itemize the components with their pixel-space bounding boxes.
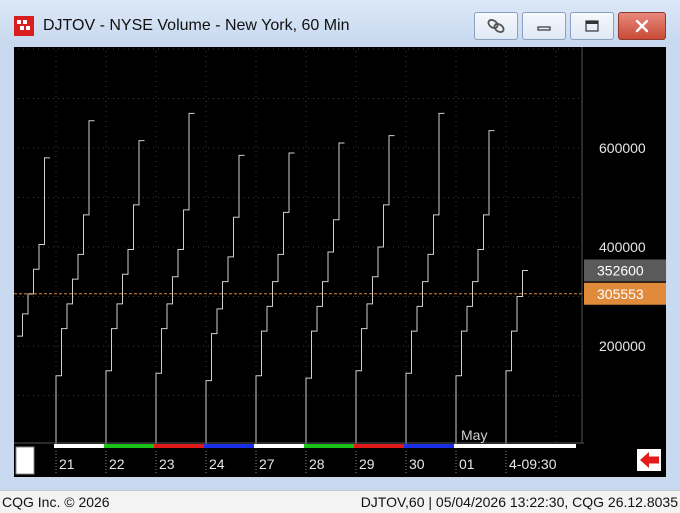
volume-chart[interactable]: 600000400000200000352600305553 21 22 23 24 2… bbox=[14, 47, 666, 477]
x-tick-label: 24 bbox=[209, 456, 225, 472]
x-tick-label: 29 bbox=[359, 456, 375, 472]
x-tick-label: 27 bbox=[259, 456, 275, 472]
link-button[interactable] bbox=[474, 12, 518, 40]
session-volume-line bbox=[105, 140, 145, 445]
x-tick-label: 01 bbox=[459, 456, 475, 472]
title-bar[interactable]: DJTOV - NYSE Volume - New York, 60 Min bbox=[0, 0, 680, 46]
window-title: DJTOV - NYSE Volume - New York, 60 Min bbox=[43, 17, 350, 34]
x-tick-label: 23 bbox=[159, 456, 175, 472]
session-color-segment bbox=[354, 444, 404, 448]
maximize-icon bbox=[585, 20, 599, 32]
y-tick-label: 200000 bbox=[599, 338, 646, 354]
minimize-button[interactable] bbox=[522, 12, 566, 40]
x-tick-label: 30 bbox=[409, 456, 425, 472]
y-tick-label: 400000 bbox=[599, 239, 646, 255]
status-bar: CQG Inc. © 2026 DJTOV,60 | 05/04/2026 13… bbox=[0, 490, 680, 513]
session-color-segment bbox=[304, 444, 354, 448]
session-volume-line bbox=[505, 269, 528, 445]
session-color-segment bbox=[404, 444, 454, 448]
x-tick-label: 22 bbox=[109, 456, 125, 472]
x-tick-label: 21 bbox=[59, 456, 75, 472]
back-arrow-button[interactable] bbox=[637, 449, 661, 471]
session-color-segment bbox=[504, 444, 576, 448]
session-volume-line bbox=[455, 130, 495, 445]
session-color-segment bbox=[454, 444, 504, 448]
x-tick-label: 28 bbox=[309, 456, 325, 472]
chart-area[interactable]: 600000 400000 200000 352600 305553 21 22 23 24 2… bbox=[14, 47, 666, 477]
y-tick-label: 600000 bbox=[599, 140, 646, 156]
status-info: DJTOV,60 | 05/04/2026 13:22:30, CQG 26.1… bbox=[360, 494, 678, 510]
session-color-segment bbox=[204, 444, 254, 448]
chart-grid bbox=[18, 47, 583, 443]
x-tick-label: 4-09:30 bbox=[509, 456, 557, 472]
y-axis: 600000 400000 200000 352600 305553 bbox=[584, 140, 666, 354]
month-label: May bbox=[461, 427, 487, 443]
price-label: 352600 bbox=[597, 262, 644, 278]
cqg-app-icon bbox=[14, 16, 34, 36]
link-icon bbox=[487, 19, 505, 33]
scroll-thumb[interactable] bbox=[15, 446, 35, 475]
close-button[interactable] bbox=[618, 12, 666, 40]
x-axis: 21 22 23 24 27 28 29 30 01 4-09:30 May bbox=[14, 427, 584, 475]
chart-window: DJTOV - NYSE Volume - New York, 60 Min 6… bbox=[0, 0, 680, 490]
session-color-segment bbox=[104, 444, 154, 448]
maximize-button[interactable] bbox=[570, 12, 614, 40]
session-volume-line bbox=[205, 154, 245, 445]
session-color-segment bbox=[154, 444, 204, 448]
price-label: 305553 bbox=[597, 286, 644, 302]
copyright-text: CQG Inc. © 2026 bbox=[2, 494, 110, 510]
session-color-segment bbox=[54, 444, 104, 448]
session-volume-line bbox=[55, 120, 95, 445]
minimize-icon bbox=[537, 26, 551, 31]
session-volume-line bbox=[355, 135, 395, 445]
session-color-segment bbox=[254, 444, 304, 448]
close-icon bbox=[635, 19, 649, 33]
session-volume-line bbox=[255, 152, 295, 445]
